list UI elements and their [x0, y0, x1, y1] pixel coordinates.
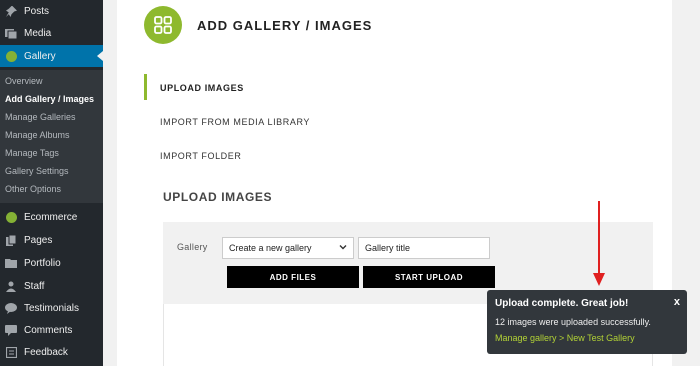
testimonials-icon — [4, 301, 18, 315]
menu-label: Ecommerce — [24, 211, 78, 223]
menu-item-comments[interactable]: Comments — [0, 319, 103, 341]
chevron-down-icon — [339, 243, 347, 253]
tab-upload-images[interactable]: UPLOAD IMAGES — [160, 83, 244, 93]
gallery-title-input[interactable] — [358, 237, 490, 259]
gallery-select-value: Create a new gallery — [229, 243, 312, 253]
ecommerce-badge-icon — [4, 210, 18, 224]
menu-label: Gallery — [24, 50, 56, 62]
manage-gallery-link[interactable]: Manage gallery > New Test Gallery — [495, 333, 635, 343]
gallery-submenu: Overview Add Gallery / Images Manage Gal… — [0, 70, 103, 203]
gallery-select[interactable]: Create a new gallery — [222, 237, 354, 259]
submenu-manage-albums[interactable]: Manage Albums — [5, 130, 70, 140]
add-files-button[interactable]: ADD FILES — [227, 266, 359, 288]
close-icon[interactable]: x — [674, 296, 680, 308]
menu-item-pages[interactable]: Pages — [0, 229, 103, 251]
gallery-badge-icon — [4, 49, 18, 63]
annotation-arrow — [593, 201, 605, 286]
page-title: ADD GALLERY / IMAGES — [197, 18, 373, 33]
menu-label: Portfolio — [24, 257, 61, 269]
submenu-manage-tags[interactable]: Manage Tags — [5, 148, 59, 158]
menu-label: Comments — [24, 324, 73, 336]
portfolio-icon — [4, 256, 18, 270]
menu-label: Testimonials — [24, 302, 80, 314]
tab-import-folder[interactable]: IMPORT FOLDER — [160, 151, 241, 161]
toast-message: 12 images were uploaded successfully. — [495, 317, 651, 327]
submenu-overview[interactable]: Overview — [5, 76, 43, 86]
menu-item-testimonials[interactable]: Testimonials — [0, 297, 103, 319]
menu-label: Feedback — [24, 346, 68, 358]
admin-sidebar: Posts Media Gallery Overview Add Gallery… — [0, 0, 103, 366]
section-title: UPLOAD IMAGES — [163, 190, 273, 204]
active-tab-indicator — [144, 74, 147, 100]
menu-label: Media — [24, 27, 52, 39]
submenu-add-gallery[interactable]: Add Gallery / Images — [5, 94, 94, 104]
start-upload-button[interactable]: START UPLOAD — [363, 266, 495, 288]
pages-icon — [4, 233, 18, 247]
submenu-gallery-settings[interactable]: Gallery Settings — [5, 166, 69, 176]
menu-item-portfolio[interactable]: Portfolio — [0, 252, 103, 274]
menu-item-feedback[interactable]: Feedback — [0, 341, 103, 363]
grid-icon — [144, 6, 182, 44]
gallery-label: Gallery — [177, 242, 208, 252]
menu-item-ecommerce[interactable]: Ecommerce — [0, 206, 103, 228]
toast-title: Upload complete. Great job! — [495, 298, 629, 309]
comments-icon — [4, 323, 18, 337]
menu-item-staff[interactable]: Staff — [0, 275, 103, 297]
staff-icon — [4, 279, 18, 293]
menu-label: Staff — [24, 280, 45, 292]
submenu-other-options[interactable]: Other Options — [5, 184, 61, 194]
upload-complete-toast: Upload complete. Great job! x 12 images … — [487, 290, 687, 354]
submenu-manage-galleries[interactable]: Manage Galleries — [5, 112, 76, 122]
media-icon — [4, 26, 18, 40]
menu-label: Posts — [24, 5, 50, 17]
menu-item-gallery[interactable]: Gallery — [0, 45, 103, 67]
tab-import-media-library[interactable]: IMPORT FROM MEDIA LIBRARY — [160, 117, 310, 127]
menu-item-posts[interactable]: Posts — [0, 0, 103, 22]
feedback-icon — [4, 345, 18, 359]
pin-icon — [4, 4, 18, 18]
menu-label: Pages — [24, 234, 53, 246]
menu-item-media[interactable]: Media — [0, 22, 103, 44]
